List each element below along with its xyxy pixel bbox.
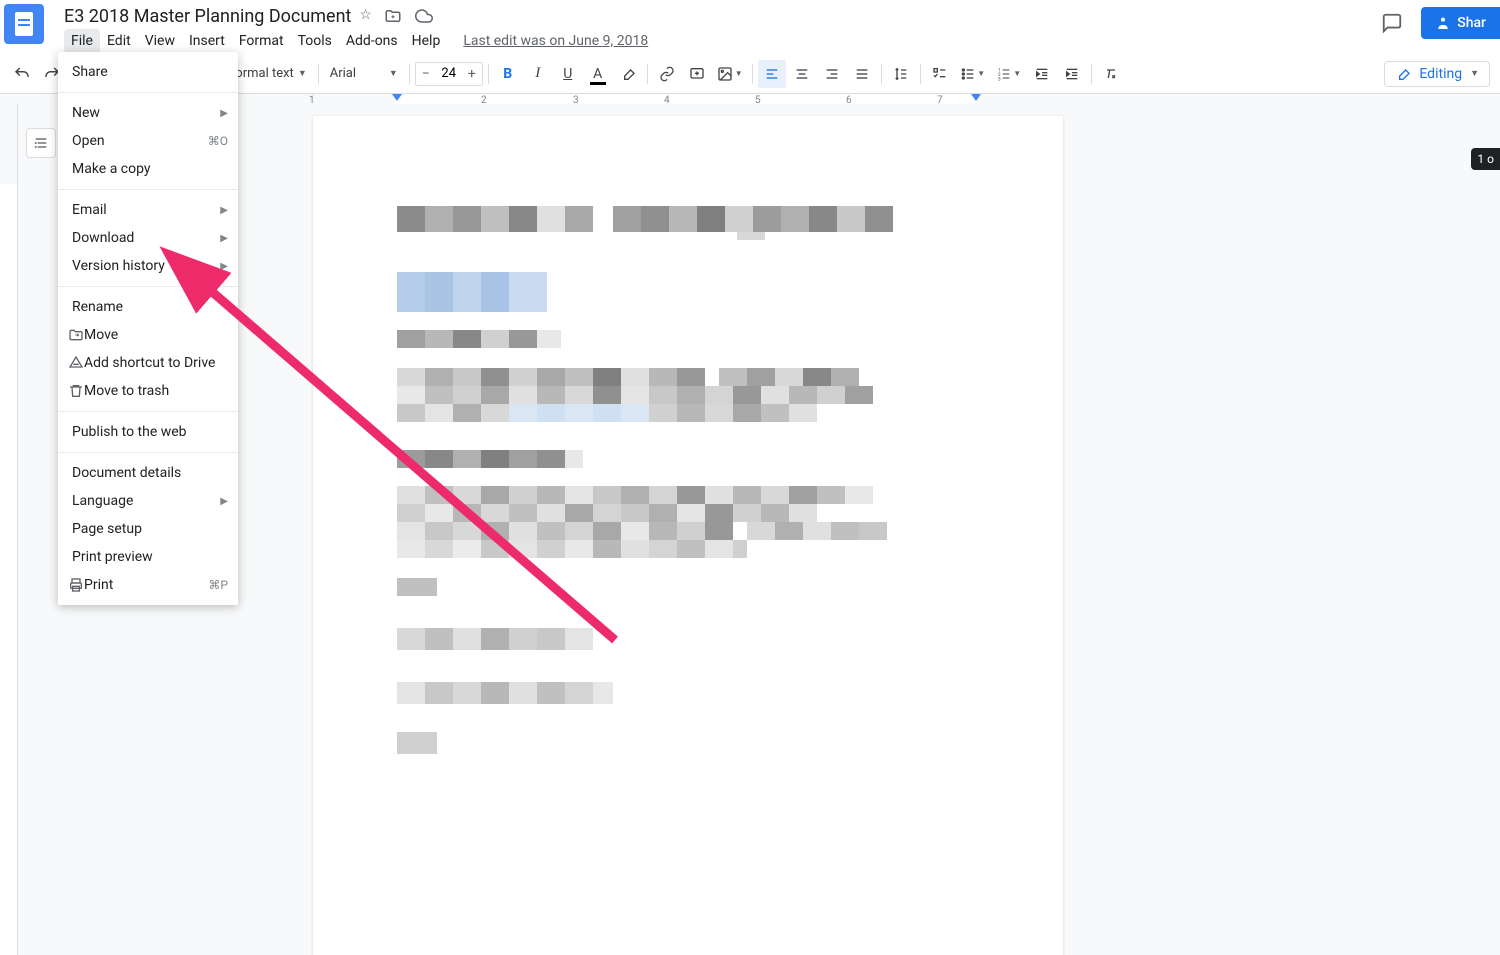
align-center-button[interactable] [788, 60, 816, 88]
chevron-down-icon: ▼ [298, 68, 307, 79]
outline-toggle-button[interactable] [26, 128, 56, 158]
file-publish[interactable]: Publish to the web [58, 418, 238, 446]
file-download[interactable]: Download▶ [58, 224, 238, 252]
document-title[interactable]: E3 2018 Master Planning Document [64, 6, 351, 27]
file-share[interactable]: Share [58, 58, 238, 86]
shortcut-label: ⌘P [208, 578, 228, 592]
chevron-right-icon: ▶ [220, 261, 228, 272]
shortcut-label: ⌘O [208, 134, 228, 148]
indent-increase-button[interactable] [1058, 60, 1086, 88]
insert-link-button[interactable] [653, 60, 681, 88]
comment-history-icon[interactable] [1375, 6, 1409, 40]
undo-button[interactable] [8, 60, 36, 88]
menubar: File Edit View Insert Format Tools Add-o… [64, 29, 648, 53]
share-button[interactable]: Shar [1421, 7, 1500, 39]
right-indent-marker[interactable] [971, 94, 981, 101]
file-email[interactable]: Email▶ [58, 196, 238, 224]
file-version-history[interactable]: Version history▶ [58, 252, 238, 280]
underline-button[interactable]: U [554, 60, 582, 88]
font-label: Arial [330, 66, 356, 81]
file-menu-dropdown: Share New▶ Open⌘O Make a copy Email▶ Dow… [58, 52, 238, 605]
chevron-right-icon: ▶ [220, 108, 228, 119]
font-size-increase[interactable]: + [462, 63, 482, 85]
menu-addons[interactable]: Add-ons [339, 29, 405, 53]
menu-file[interactable]: File [64, 29, 100, 53]
align-left-button[interactable] [758, 60, 786, 88]
menu-view[interactable]: View [138, 29, 182, 53]
page-indicator: 1 o [1471, 148, 1500, 170]
file-open[interactable]: Open⌘O [58, 127, 238, 155]
chevron-down-icon: ▼ [1470, 68, 1479, 79]
svg-text:3: 3 [998, 76, 1001, 81]
file-page-setup[interactable]: Page setup [58, 515, 238, 543]
file-rename[interactable]: Rename [58, 293, 238, 321]
checklist-button[interactable] [926, 60, 954, 88]
menu-insert[interactable]: Insert [182, 29, 232, 53]
bold-button[interactable]: B [494, 60, 522, 88]
left-indent-marker[interactable] [392, 94, 402, 101]
last-edit-link[interactable]: Last edit was on June 9, 2018 [463, 33, 648, 49]
editing-mode-button[interactable]: Editing ▼ [1384, 61, 1490, 87]
file-print-preview[interactable]: Print preview [58, 543, 238, 571]
insert-image-button[interactable]: ▼ [713, 60, 747, 88]
clear-formatting-button[interactable] [1097, 60, 1125, 88]
file-make-copy[interactable]: Make a copy [58, 155, 238, 183]
align-justify-button[interactable] [848, 60, 876, 88]
font-size-decrease[interactable]: − [416, 63, 436, 85]
menu-help[interactable]: Help [405, 29, 448, 53]
insert-comment-button[interactable] [683, 60, 711, 88]
chevron-right-icon: ▶ [220, 496, 228, 507]
document-canvas[interactable] [18, 104, 1500, 955]
star-icon[interactable]: ☆ [359, 7, 372, 25]
line-spacing-button[interactable] [887, 60, 915, 88]
font-select[interactable]: Arial ▼ [324, 61, 404, 87]
move-folder-icon[interactable] [384, 7, 402, 25]
file-add-shortcut[interactable]: Add shortcut to Drive [58, 349, 238, 377]
chevron-down-icon: ▼ [389, 68, 398, 79]
menu-edit[interactable]: Edit [100, 29, 138, 53]
align-right-button[interactable] [818, 60, 846, 88]
highlight-button[interactable] [614, 60, 642, 88]
menu-tools[interactable]: Tools [291, 29, 339, 53]
font-size-input[interactable] [436, 66, 462, 81]
vertical-ruler[interactable] [0, 104, 18, 955]
file-move[interactable]: Move [58, 321, 238, 349]
share-button-label: Shar [1457, 15, 1486, 31]
numbered-list-button[interactable]: 123▼ [992, 60, 1026, 88]
font-size-group: − + [415, 62, 483, 86]
file-language[interactable]: Language▶ [58, 487, 238, 515]
italic-button[interactable]: I [524, 60, 552, 88]
chevron-right-icon: ▶ [220, 233, 228, 244]
cloud-status-icon[interactable] [414, 7, 434, 25]
docs-app-icon[interactable] [4, 4, 44, 44]
menu-format[interactable]: Format [232, 29, 291, 53]
file-print[interactable]: Print⌘P [58, 571, 238, 599]
file-doc-details[interactable]: Document details [58, 459, 238, 487]
chevron-right-icon: ▶ [220, 205, 228, 216]
bulleted-list-button[interactable]: ▼ [956, 60, 990, 88]
editing-mode-label: Editing [1419, 66, 1462, 82]
indent-decrease-button[interactable] [1028, 60, 1056, 88]
text-color-button[interactable]: A [584, 60, 612, 88]
file-new[interactable]: New▶ [58, 99, 238, 127]
file-move-to-trash[interactable]: Move to trash [58, 377, 238, 405]
document-page[interactable] [313, 116, 1063, 955]
